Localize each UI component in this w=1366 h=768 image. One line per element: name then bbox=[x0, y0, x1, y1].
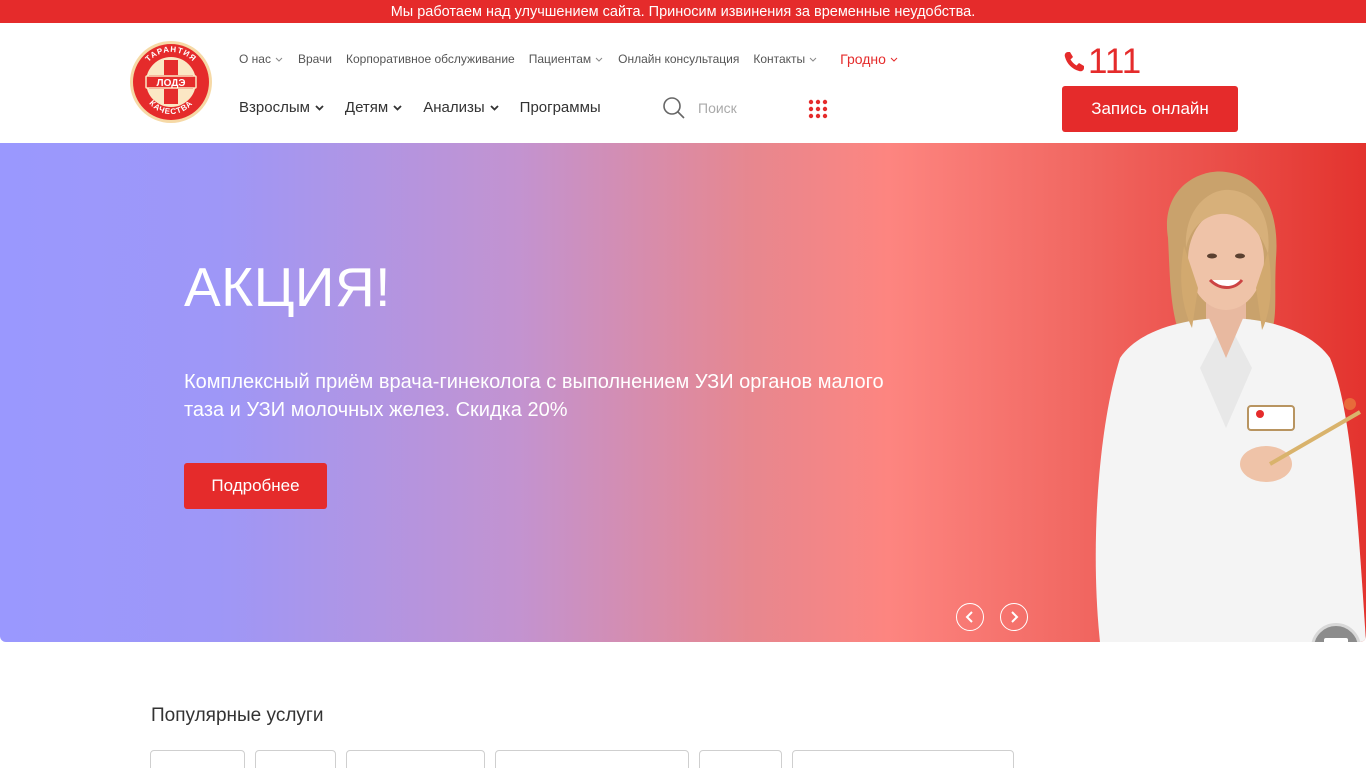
chevron-down-icon bbox=[275, 57, 283, 62]
main-nav-label: Детям bbox=[344, 99, 389, 116]
slider-prev-button[interactable] bbox=[956, 603, 984, 631]
main-nav: Взрослым Детям Анализы Программы bbox=[239, 99, 621, 116]
search-icon[interactable] bbox=[662, 96, 686, 120]
top-nav-label: Врачи bbox=[297, 52, 333, 66]
hero-more-button[interactable]: Подробнее bbox=[184, 463, 327, 509]
hero-slider: АКЦИЯ! Комплексный приём врача-гинеколог… bbox=[0, 143, 1366, 642]
popular-services-title: Популярные услуги bbox=[151, 705, 324, 726]
main-nav-label: Программы bbox=[519, 99, 601, 116]
logo-center-text: ЛОДЭ bbox=[157, 78, 186, 89]
main-nav-adults[interactable]: Взрослым bbox=[239, 99, 325, 116]
top-nav-corporate[interactable]: Корпоративное обслуживание bbox=[346, 52, 515, 66]
chevron-down-icon bbox=[809, 57, 817, 62]
main-nav-children[interactable]: Детям bbox=[345, 99, 403, 116]
top-nav-label: Пациентам bbox=[528, 52, 592, 66]
top-nav-contacts[interactable]: Контакты bbox=[753, 52, 818, 66]
top-nav-label: Онлайн консультация bbox=[618, 52, 740, 66]
chevron-left-icon bbox=[965, 611, 973, 623]
top-nav-doctors[interactable]: Врачи bbox=[298, 52, 332, 66]
doctor-photo bbox=[1095, 171, 1366, 642]
top-nav: О нас Врачи Корпоративное обслуживание П… bbox=[239, 51, 913, 67]
service-chip[interactable] bbox=[346, 750, 485, 768]
phone-number: 111 bbox=[1088, 42, 1142, 81]
top-nav-label: Контакты bbox=[753, 52, 806, 66]
chevron-down-icon bbox=[890, 57, 898, 62]
top-nav-label: Корпоративное обслуживание bbox=[346, 52, 515, 66]
chevron-down-icon bbox=[490, 105, 499, 111]
phone-link[interactable]: 111 bbox=[1062, 42, 1141, 82]
slider-next-button[interactable] bbox=[1000, 603, 1028, 631]
main-nav-label: Взрослым bbox=[239, 99, 310, 116]
logo[interactable]: ЛОДЭ ТАРАНТИЯ КАЧЕСТВА bbox=[129, 40, 213, 124]
city-selector[interactable]: Гродно bbox=[840, 51, 899, 67]
service-chip[interactable] bbox=[255, 750, 336, 768]
hero-title: АКЦИЯ! bbox=[184, 256, 391, 318]
notice-banner: Мы работаем над улучшением сайта. Принос… bbox=[0, 0, 1366, 23]
top-nav-label: О нас bbox=[239, 52, 271, 66]
chevron-right-icon bbox=[1011, 611, 1019, 623]
search-input[interactable] bbox=[698, 100, 788, 116]
popular-services-list bbox=[150, 750, 1024, 768]
search-box bbox=[662, 96, 788, 120]
chevron-down-icon bbox=[315, 105, 324, 111]
top-nav-about[interactable]: О нас bbox=[239, 52, 284, 66]
main-nav-tests[interactable]: Анализы bbox=[423, 99, 499, 116]
chevron-down-icon bbox=[393, 105, 402, 111]
grid-icon[interactable] bbox=[808, 99, 828, 119]
phone-icon bbox=[1064, 52, 1084, 72]
chevron-down-icon bbox=[595, 57, 603, 62]
site-header: ЛОДЭ ТАРАНТИЯ КАЧЕСТВА О нас Врачи Корпо… bbox=[0, 23, 1366, 143]
hero-description: Комплексный приём врача-гинеколога с вып… bbox=[184, 371, 884, 421]
main-nav-label: Анализы bbox=[423, 99, 485, 116]
notice-text: Мы работаем над улучшением сайта. Принос… bbox=[390, 3, 976, 20]
main-nav-programs[interactable]: Программы bbox=[520, 99, 601, 116]
chat-icon bbox=[1324, 638, 1348, 642]
service-chip[interactable] bbox=[150, 750, 245, 768]
service-chip[interactable] bbox=[792, 750, 1014, 768]
service-chip[interactable] bbox=[495, 750, 689, 768]
service-chip[interactable] bbox=[699, 750, 782, 768]
top-nav-patients[interactable]: Пациентам bbox=[529, 52, 604, 66]
top-nav-online-consultation[interactable]: Онлайн консультация bbox=[618, 52, 739, 66]
book-online-button[interactable]: Запись онлайн bbox=[1062, 86, 1238, 132]
city-label: Гродно bbox=[840, 51, 886, 67]
